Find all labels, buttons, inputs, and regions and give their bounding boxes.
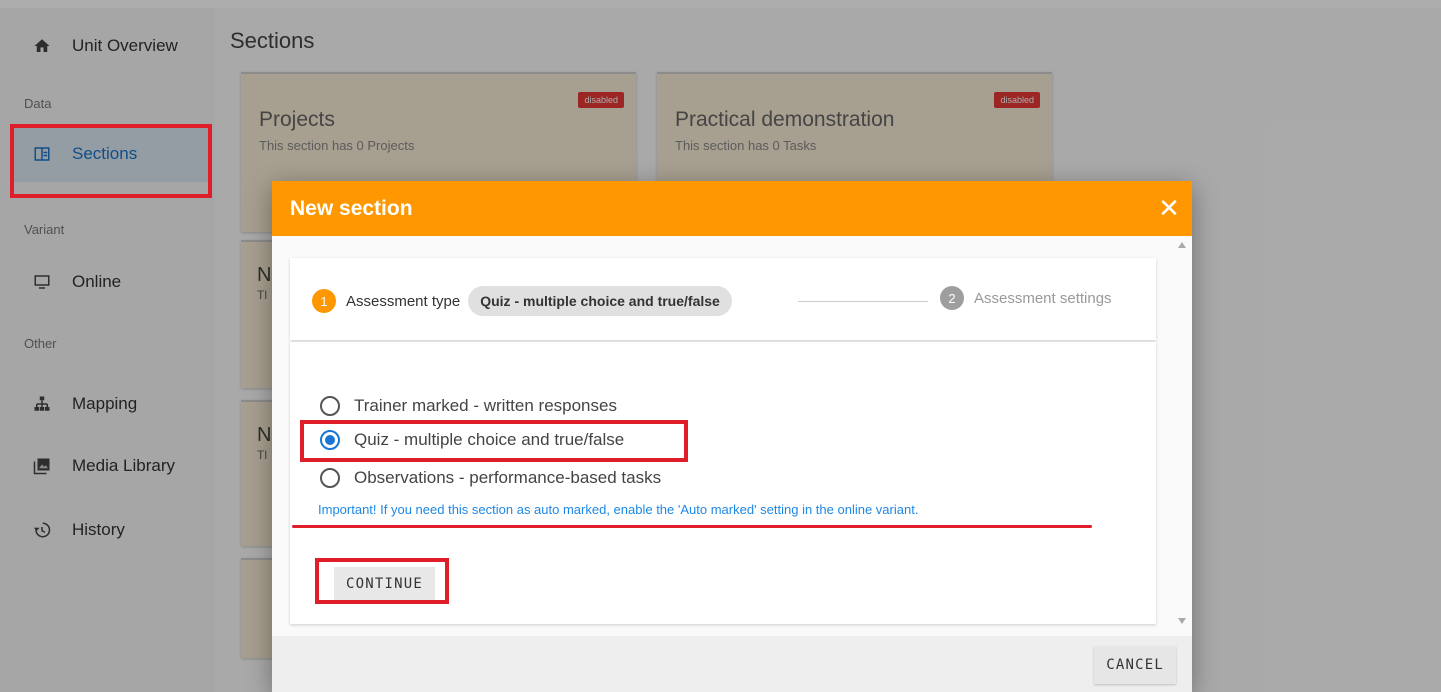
scroll-down-arrow[interactable] — [1178, 618, 1186, 624]
step-assessment-settings[interactable]: 2 Assessment settings — [940, 286, 1112, 310]
radio-label: Trainer marked - written responses — [354, 396, 617, 415]
step-label: Assessment settings — [974, 289, 1112, 307]
radio-observations[interactable]: Observations - performance-based tasks — [320, 468, 661, 488]
step-connector — [798, 301, 928, 302]
continue-button[interactable]: CONTINUE — [334, 567, 436, 601]
radio-label: Observations - performance-based tasks — [354, 468, 662, 487]
radio-button[interactable] — [320, 468, 340, 488]
stepper: 1 Assessment type Quiz - multiple choice… — [290, 258, 1156, 340]
step-label: Assessment type — [346, 292, 461, 310]
radio-button[interactable] — [320, 430, 340, 450]
step-number: 2 — [940, 286, 964, 310]
selected-type-chip: Quiz - multiple choice and true/false — [468, 286, 732, 316]
scroll-up-arrow[interactable] — [1178, 242, 1186, 248]
radio-label: Quiz - multiple choice and true/false — [354, 430, 625, 449]
new-section-dialog: New section ✕ 1 Assessment type Quiz - m… — [272, 181, 1192, 692]
step-assessment-type[interactable]: 1 Assessment type Quiz - multiple choice… — [312, 286, 732, 316]
radio-button[interactable] — [320, 396, 340, 416]
close-icon[interactable]: ✕ — [1156, 195, 1182, 221]
dialog-title: New section — [290, 196, 413, 220]
important-note: Important! If you need this section as a… — [318, 502, 919, 517]
dialog-header: New section ✕ — [272, 181, 1192, 236]
dialog-footer: CANCEL — [272, 636, 1192, 692]
assessment-type-panel: Trainer marked - written responses Quiz … — [290, 342, 1156, 624]
highlight-underline — [292, 525, 1092, 528]
dialog-body: 1 Assessment type Quiz - multiple choice… — [272, 236, 1192, 636]
step-number: 1 — [312, 289, 336, 313]
radio-quiz[interactable]: Quiz - multiple choice and true/false — [320, 430, 624, 450]
cancel-button[interactable]: CANCEL — [1094, 646, 1176, 684]
radio-trainer-marked[interactable]: Trainer marked - written responses — [320, 396, 617, 416]
